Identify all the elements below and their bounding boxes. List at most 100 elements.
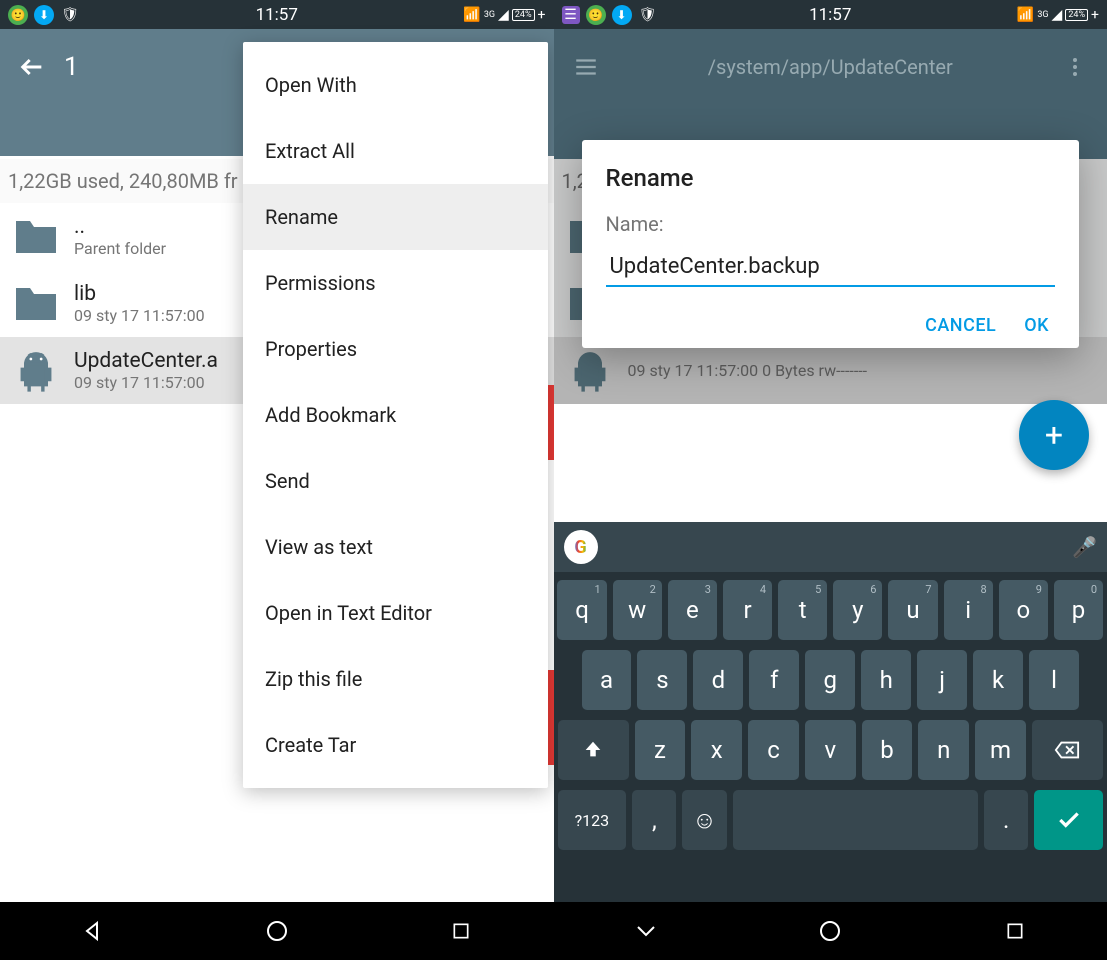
menu-zip[interactable]: Zip this file <box>243 646 548 712</box>
signal-icon: ◢ <box>498 7 509 23</box>
menu-button[interactable] <box>564 45 608 89</box>
nav-home[interactable] <box>790 911 870 951</box>
status-icon-shield: 🛡 <box>638 5 658 25</box>
status-icon-shield: 🛡 <box>60 5 80 25</box>
key-b[interactable]: b <box>862 720 913 780</box>
key-g[interactable]: g <box>805 650 855 710</box>
key-u[interactable]: u7 <box>888 580 937 640</box>
key-t[interactable]: t5 <box>778 580 827 640</box>
phone-left: 🙂 ⬇ 🛡 11:57 📶 3G ◢ 24% + 1 XBIN 1,22GB u… <box>0 0 554 960</box>
key-o[interactable]: o9 <box>999 580 1048 640</box>
file-meta: 09 sty 17 11:57:00 <box>74 306 205 325</box>
battery-label: 24% <box>1065 9 1088 21</box>
key-k[interactable]: k <box>973 650 1023 710</box>
fab-add[interactable]: + <box>1019 400 1089 470</box>
phone-right: ☰ 🙂 ⬇ 🛡 11:57 📶 3G ◢ 24% + /system/app/U… <box>554 0 1107 960</box>
key-y[interactable]: y6 <box>833 580 882 640</box>
google-icon[interactable]: G <box>564 530 598 564</box>
keyboard-row-3: zxcvbnm <box>558 720 1104 780</box>
status-time: 11:57 <box>809 5 851 25</box>
rename-input[interactable] <box>606 248 1056 287</box>
nav-keyboard-down[interactable] <box>606 911 686 951</box>
key-m[interactable]: m <box>975 720 1026 780</box>
dialog-title: Rename <box>606 164 1056 192</box>
status-plus-icon: + <box>1091 7 1099 23</box>
key-z[interactable]: z <box>635 720 686 780</box>
file-meta: 09 sty 17 11:57:00 <box>74 373 218 392</box>
key-space[interactable] <box>733 790 978 850</box>
mic-icon[interactable]: 🎤 <box>1072 535 1097 559</box>
key-s[interactable]: s <box>637 650 687 710</box>
status-plus-icon: + <box>538 7 546 23</box>
status-time: 11:57 <box>256 5 298 25</box>
back-button[interactable] <box>10 45 54 89</box>
status-icon-app0: ☰ <box>562 6 580 24</box>
key-a[interactable]: a <box>582 650 632 710</box>
key-c[interactable]: c <box>748 720 799 780</box>
keyboard-row-2: asdfghjkl <box>558 650 1104 710</box>
nav-bar <box>554 902 1107 960</box>
dialog-label: Name: <box>606 212 1056 236</box>
key-x[interactable]: x <box>691 720 742 780</box>
key-emoji[interactable]: ☺ <box>682 790 726 850</box>
nav-bar <box>0 902 554 960</box>
path-breadcrumb[interactable]: /system/app/UpdateCenter <box>708 55 953 79</box>
nav-back[interactable] <box>52 911 132 951</box>
key-j[interactable]: j <box>917 650 967 710</box>
key-p[interactable]: p0 <box>1054 580 1103 640</box>
cancel-button[interactable]: CANCEL <box>925 315 996 336</box>
menu-send[interactable]: Send <box>243 448 548 514</box>
key-numbers[interactable]: ?123 <box>558 790 627 850</box>
keyboard: G 🎤 q1w2e3r4t5y6u7i8o9p0 asdfghjkl zxcvb… <box>554 522 1107 902</box>
nav-recent[interactable] <box>975 911 1055 951</box>
file-name: .. <box>74 215 166 239</box>
menu-open-in-editor[interactable]: Open in Text Editor <box>243 580 548 646</box>
key-backspace[interactable] <box>1032 720 1103 780</box>
status-icon-app1: 🙂 <box>8 5 28 25</box>
folder-icon <box>12 217 60 257</box>
overflow-button[interactable] <box>1053 45 1097 89</box>
key-n[interactable]: n <box>918 720 969 780</box>
key-q[interactable]: q1 <box>557 580 606 640</box>
key-comma[interactable]: , <box>632 790 676 850</box>
signal-icon: ◢ <box>1052 7 1063 23</box>
android-icon <box>12 351 60 391</box>
folder-icon <box>12 284 60 324</box>
menu-view-as-text[interactable]: View as text <box>243 514 548 580</box>
menu-properties[interactable]: Properties <box>243 316 548 382</box>
menu-open-with[interactable]: Open With <box>243 52 548 118</box>
android-icon <box>566 351 614 391</box>
menu-permissions[interactable]: Permissions <box>243 250 548 316</box>
nav-recent[interactable] <box>421 911 501 951</box>
menu-tar[interactable]: Create Tar <box>243 712 548 778</box>
status-bar: 🙂 ⬇ 🛡 11:57 📶 3G ◢ 24% + <box>0 0 554 29</box>
ok-button[interactable]: OK <box>1024 315 1049 336</box>
menu-extract-all[interactable]: Extract All <box>243 118 548 184</box>
wifi-icon: 📶 <box>1017 7 1034 23</box>
key-d[interactable]: d <box>693 650 743 710</box>
key-l[interactable]: l <box>1029 650 1079 710</box>
selection-count: 1 <box>64 52 79 82</box>
keyboard-row-1: q1w2e3r4t5y6u7i8o9p0 <box>558 580 1104 640</box>
context-menu: Open With Extract All Rename Permissions… <box>243 42 548 788</box>
key-period[interactable]: . <box>984 790 1028 850</box>
key-h[interactable]: h <box>861 650 911 710</box>
menu-rename[interactable]: Rename <box>243 184 548 250</box>
file-name: lib <box>74 282 205 306</box>
network-label: 3G <box>1037 10 1048 20</box>
key-shift[interactable] <box>558 720 629 780</box>
key-f[interactable]: f <box>749 650 799 710</box>
key-v[interactable]: v <box>805 720 856 780</box>
battery-label: 24% <box>512 9 535 21</box>
status-icon-app1: 🙂 <box>586 5 606 25</box>
status-icon-app2: ⬇ <box>612 5 632 25</box>
key-r[interactable]: r4 <box>723 580 772 640</box>
key-w[interactable]: w2 <box>613 580 662 640</box>
key-i[interactable]: i8 <box>944 580 993 640</box>
key-enter[interactable] <box>1034 790 1103 850</box>
nav-home[interactable] <box>237 911 317 951</box>
keyboard-row-4: ?123 , ☺ . <box>558 790 1104 850</box>
menu-add-bookmark[interactable]: Add Bookmark <box>243 382 548 448</box>
key-e[interactable]: e3 <box>668 580 717 640</box>
file-name: UpdateCenter.a <box>74 349 218 373</box>
